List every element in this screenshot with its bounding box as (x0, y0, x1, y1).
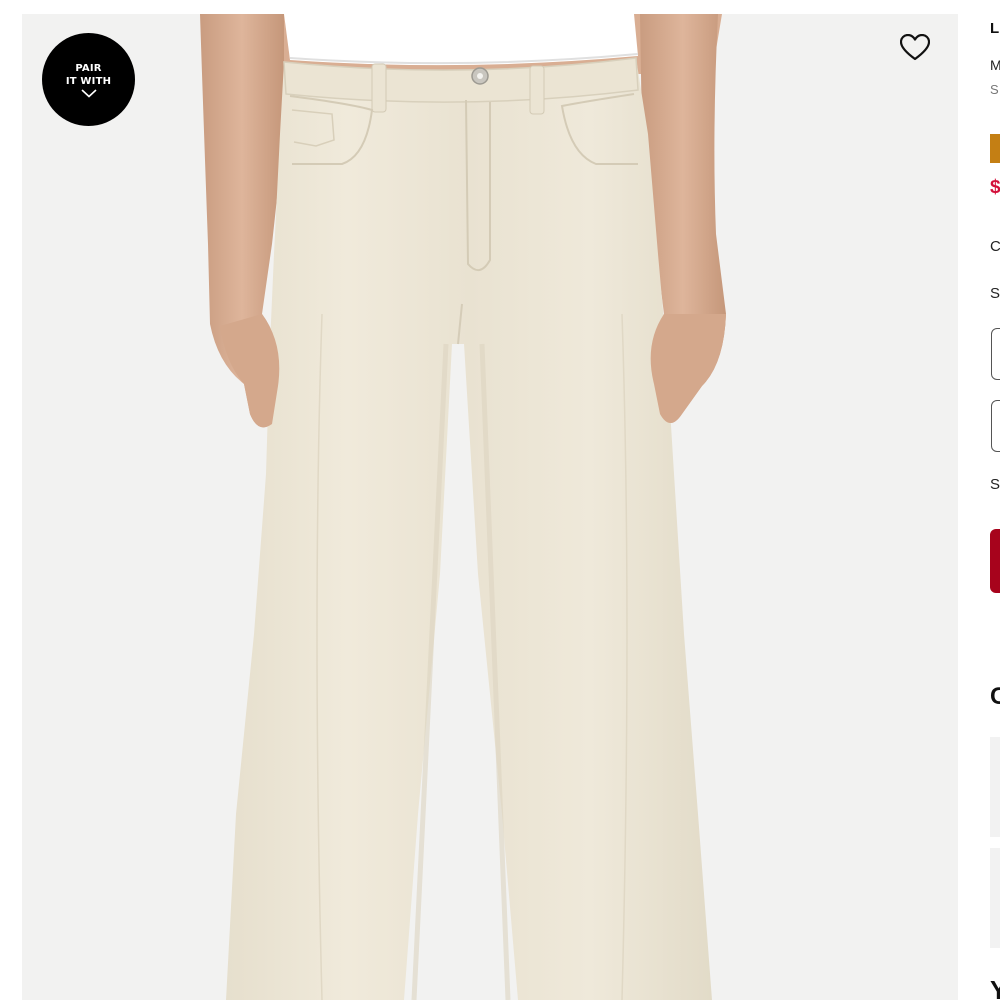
add-to-cart-button[interactable] (990, 529, 1000, 593)
recommendation-card[interactable] (990, 737, 1000, 837)
pair-it-with-button[interactable]: PAIR IT WITH (42, 33, 135, 126)
chevron-down-icon (80, 88, 97, 98)
recommendation-card[interactable] (990, 848, 1000, 948)
product-image-panel[interactable]: PAIR IT WITH (22, 14, 958, 1000)
product-page: PAIR IT WITH L M S $ C S S C Y (0, 0, 1000, 1000)
heart-outline-icon (900, 33, 930, 60)
promo-badge (990, 134, 1000, 163)
sale-price: $ (990, 177, 1000, 198)
wishlist-button[interactable] (898, 31, 932, 63)
size-option[interactable] (991, 400, 1000, 452)
product-info-column: L M S $ C S S C Y (990, 0, 1000, 1000)
pair-badge-line2: IT WITH (65, 75, 112, 87)
color-label: C (990, 238, 1000, 255)
pair-badge-line1: PAIR (75, 62, 102, 74)
size-option[interactable] (991, 328, 1000, 380)
shipping-label: S (990, 476, 1000, 493)
brand-name[interactable]: L (990, 20, 999, 37)
section-heading: C (990, 683, 1000, 710)
size-label: S (990, 285, 1000, 302)
bottom-section-heading: Y (990, 975, 1000, 1000)
product-image (200, 14, 726, 1000)
product-subtitle: S (990, 82, 999, 97)
product-title: M (990, 57, 1000, 73)
